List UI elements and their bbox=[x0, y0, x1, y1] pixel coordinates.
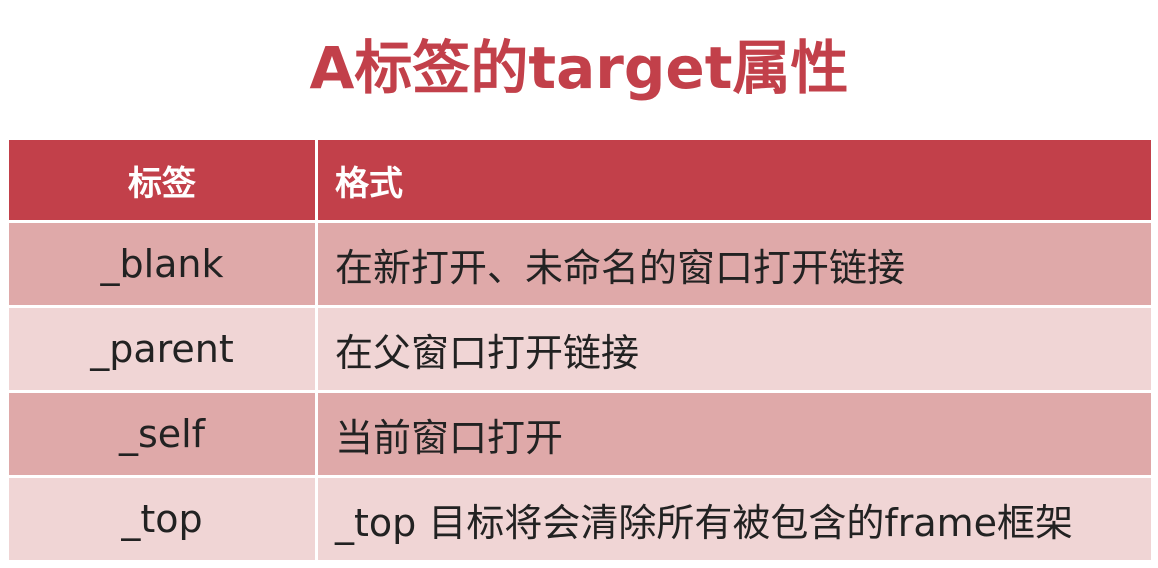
tag-cell: _self bbox=[9, 391, 317, 478]
description-cell: _top 目标将会清除所有被包含的frame框架 bbox=[315, 476, 1151, 563]
tag-cell: _blank bbox=[9, 221, 317, 308]
table-row: _parent 在父窗口打开链接 bbox=[9, 306, 1151, 393]
column-header-format: 格式 bbox=[315, 140, 1151, 223]
description-cell: 在新打开、未命名的窗口打开链接 bbox=[315, 221, 1151, 308]
slide: A标签的target属性 标签 格式 _blank 在新打开、未命名的窗口打开链… bbox=[0, 0, 1158, 568]
table-header-row: 标签 格式 bbox=[9, 140, 1151, 223]
table-row: _self 当前窗口打开 bbox=[9, 391, 1151, 478]
page-title: A标签的target属性 bbox=[309, 34, 849, 102]
tag-cell: _parent bbox=[9, 306, 317, 393]
column-header-tag: 标签 bbox=[9, 140, 317, 223]
table-row: _blank 在新打开、未命名的窗口打开链接 bbox=[9, 221, 1151, 308]
description-cell: 在父窗口打开链接 bbox=[315, 306, 1151, 393]
target-attribute-table: 标签 格式 _blank 在新打开、未命名的窗口打开链接 _parent 在父窗… bbox=[9, 140, 1151, 563]
tag-cell: _top bbox=[9, 476, 317, 563]
description-cell: 当前窗口打开 bbox=[315, 391, 1151, 478]
table-row: _top _top 目标将会清除所有被包含的frame框架 bbox=[9, 476, 1151, 563]
